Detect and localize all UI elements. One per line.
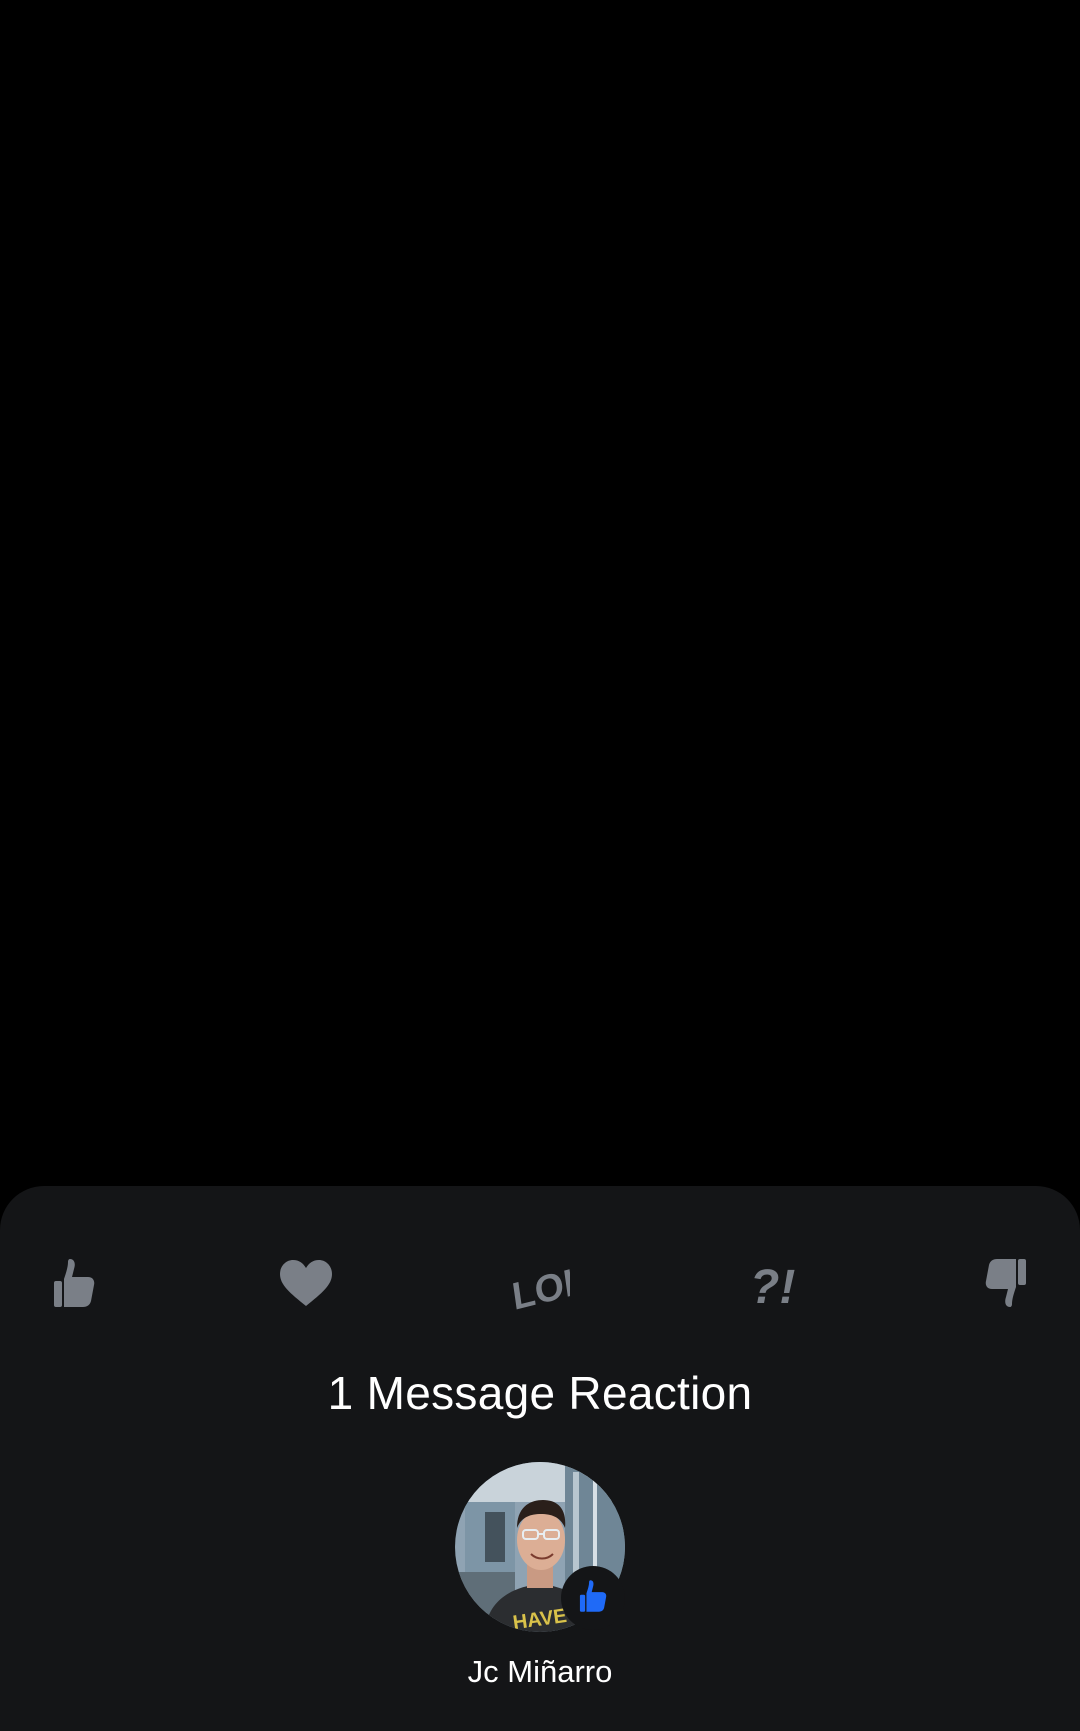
question-exclamation-icon: ?! (746, 1255, 802, 1311)
reaction-thumbs-up-button[interactable] (34, 1248, 114, 1318)
reaction-heart-button[interactable] (266, 1248, 346, 1318)
thumbs-down-icon (984, 1257, 1028, 1309)
screen: LOL ?! 1 Message Reaction HAVE Jc Miñarr… (0, 0, 1080, 1731)
reaction-question-exclamation-button[interactable]: ?! (734, 1248, 814, 1318)
thumbs-up-icon (578, 1579, 608, 1618)
thumbs-up-icon (52, 1257, 96, 1309)
reactor-avatar-container: HAVE (455, 1462, 625, 1632)
lol-text: LOL (510, 1259, 570, 1311)
reaction-lol-button[interactable]: LOL (500, 1248, 580, 1318)
reaction-picker: LOL ?! (0, 1248, 1080, 1318)
heart-icon (278, 1259, 334, 1307)
reactor-name: Jc Miñarro (467, 1654, 613, 1689)
reactions-count-title: 1 Message Reaction (327, 1367, 753, 1419)
reactor-list-item[interactable]: HAVE Jc Miñarro (0, 1462, 1080, 1692)
reaction-thumbs-down-button[interactable] (966, 1248, 1046, 1318)
reactions-bottom-sheet: LOL ?! 1 Message Reaction HAVE Jc Miñarr… (0, 1186, 1080, 1731)
lol-icon: LOL (510, 1255, 570, 1311)
question-exclamation-text: ?! (750, 1261, 795, 1311)
dimmed-backdrop[interactable] (0, 0, 1080, 1186)
reactor-reaction-badge (561, 1566, 625, 1630)
